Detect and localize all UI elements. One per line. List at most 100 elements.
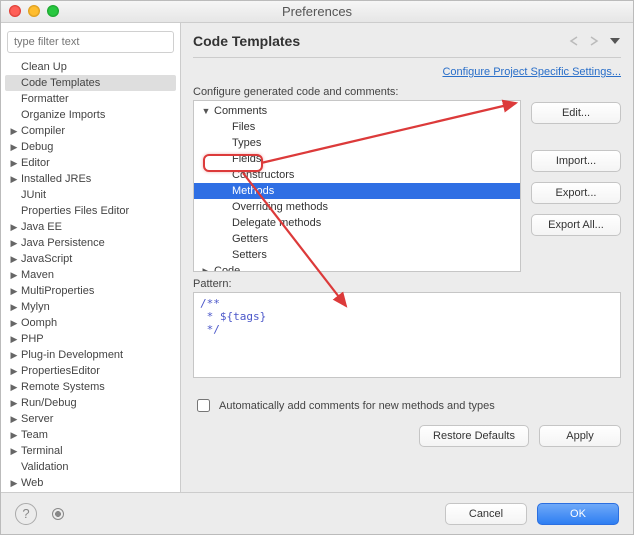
sidebar-item[interactable]: Formatter <box>5 91 176 107</box>
sidebar-item[interactable]: ▶Oomph <box>5 315 176 331</box>
export-button[interactable]: Export... <box>531 182 621 204</box>
sidebar-item-label: Java Persistence <box>19 237 105 249</box>
disclosure-icon: ▶ <box>9 126 19 137</box>
sidebar-item[interactable]: Organize Imports <box>5 107 176 123</box>
forward-icon[interactable] <box>589 36 605 46</box>
import-button[interactable]: Import... <box>531 150 621 172</box>
sidebar-item-label: Oomph <box>19 317 57 329</box>
disclosure-icon: ▶ <box>9 366 19 377</box>
sidebar-item[interactable]: ▶Web <box>5 475 176 491</box>
disclosure-icon: ▶ <box>9 318 19 329</box>
sidebar-item-label: Terminal <box>19 445 63 457</box>
template-tree-item[interactable]: Setters <box>194 247 520 263</box>
sidebar-item-label: Mylyn <box>19 301 50 313</box>
disclosure-icon: ▶ <box>200 266 212 273</box>
template-tree-item[interactable]: Getters <box>194 231 520 247</box>
restore-defaults-button[interactable]: Restore Defaults <box>419 425 529 447</box>
sidebar-item[interactable]: ▶Installed JREs <box>5 171 176 187</box>
template-tree-item[interactable]: ▶Code <box>194 263 520 272</box>
close-icon[interactable] <box>9 5 21 17</box>
page-title: Code Templates <box>193 33 300 49</box>
sidebar-item-label: JavaScript <box>19 253 72 265</box>
template-tree-label: Getters <box>230 233 268 245</box>
sidebar-item-label: MultiProperties <box>19 285 94 297</box>
pattern-label: Pattern: <box>193 278 621 290</box>
sidebar-item[interactable]: ▶JavaScript <box>5 251 176 267</box>
sidebar-item[interactable]: Code Templates <box>5 75 176 91</box>
configure-project-link[interactable]: Configure Project Specific Settings... <box>442 66 621 78</box>
sidebar-item[interactable]: ▶Debug <box>5 139 176 155</box>
disclosure-icon: ▶ <box>9 478 19 489</box>
sidebar-item[interactable]: Clean Up <box>5 59 176 75</box>
template-tree-item[interactable]: Constructors <box>194 167 520 183</box>
sidebar-item[interactable]: ▶Team <box>5 427 176 443</box>
template-tree-label: Overriding methods <box>230 201 328 213</box>
sidebar-item[interactable]: ▶PropertiesEditor <box>5 363 176 379</box>
preferences-tree[interactable]: Clean UpCode TemplatesFormatterOrganize … <box>5 59 176 492</box>
generated-label: Configure generated code and comments: <box>193 86 621 98</box>
disclosure-icon: ▶ <box>9 414 19 425</box>
sidebar-item-label: Installed JREs <box>19 173 91 185</box>
sidebar-item[interactable]: ▶Java EE <box>5 219 176 235</box>
zoom-icon[interactable] <box>47 5 59 17</box>
code-template-tree[interactable]: ▼CommentsFiles Types FieldsConstructors Met… <box>193 100 521 272</box>
menu-dropdown-icon[interactable] <box>609 36 621 46</box>
sidebar-item[interactable]: ▶Run/Debug <box>5 395 176 411</box>
sidebar-item[interactable]: ▶Terminal <box>5 443 176 459</box>
auto-comments-checkbox[interactable] <box>197 399 210 412</box>
template-tree-item[interactable]: ▼Comments <box>194 103 520 119</box>
template-tree-item[interactable]: Overriding methods <box>194 199 520 215</box>
disclosure-icon: ▶ <box>9 254 19 265</box>
disclosure-icon: ▶ <box>9 238 19 249</box>
template-tree-label: Types <box>230 137 261 149</box>
filter-input[interactable] <box>7 31 174 53</box>
back-icon[interactable] <box>569 36 585 46</box>
sidebar-item[interactable]: Validation <box>5 459 176 475</box>
sidebar-item[interactable]: ▶Java Persistence <box>5 235 176 251</box>
sidebar-item[interactable]: ▶Plug-in Development <box>5 347 176 363</box>
main-panel: Code Templates Configure Project Specifi… <box>181 23 633 492</box>
sidebar-item-label: Team <box>19 429 48 441</box>
template-tree-item[interactable]: Types <box>194 135 520 151</box>
ok-button[interactable]: OK <box>537 503 619 525</box>
sidebar-item[interactable]: ▶Mylyn <box>5 299 176 315</box>
template-tree-item[interactable]: Methods <box>194 183 520 199</box>
disclosure-icon: ▶ <box>9 286 19 297</box>
template-tree-label: Delegate methods <box>230 217 321 229</box>
export-all-button[interactable]: Export All... <box>531 214 621 236</box>
sidebar-item[interactable]: JUnit <box>5 187 176 203</box>
sidebar-item[interactable]: Properties Files Editor <box>5 203 176 219</box>
template-tree-label: Setters <box>230 249 267 261</box>
sidebar-item-label: Remote Systems <box>19 381 105 393</box>
annotation-arrows <box>181 23 621 523</box>
preferences-window: Preferences Clean UpCode TemplatesFormat… <box>0 0 634 535</box>
cancel-button[interactable]: Cancel <box>445 503 527 525</box>
template-tree-item[interactable]: Delegate methods <box>194 215 520 231</box>
titlebar: Preferences <box>1 1 633 23</box>
sidebar-item-label: Run/Debug <box>19 397 77 409</box>
apply-button[interactable]: Apply <box>539 425 621 447</box>
sidebar-item-label: Validation <box>19 461 69 473</box>
footer: ? Cancel OK <box>1 492 633 534</box>
template-tree-label: Methods <box>230 185 274 197</box>
sidebar-item[interactable]: ▶Server <box>5 411 176 427</box>
minimize-icon[interactable] <box>28 5 40 17</box>
help-icon[interactable]: ? <box>15 503 37 525</box>
sidebar-item-label: Maven <box>19 269 54 281</box>
sidebar-item[interactable]: ▶PHP <box>5 331 176 347</box>
disclosure-icon: ▶ <box>9 158 19 169</box>
sidebar: Clean UpCode TemplatesFormatterOrganize … <box>1 23 181 492</box>
sidebar-item[interactable]: ▶Editor <box>5 155 176 171</box>
sidebar-item-label: JUnit <box>19 189 46 201</box>
sidebar-item[interactable]: ▶Remote Systems <box>5 379 176 395</box>
disclosure-icon: ▶ <box>9 398 19 409</box>
template-tree-item[interactable]: Fields <box>194 151 520 167</box>
sidebar-item[interactable]: ▶Compiler <box>5 123 176 139</box>
sidebar-item-label: PHP <box>19 333 44 345</box>
record-icon[interactable] <box>47 503 69 525</box>
sidebar-item[interactable]: ▶Maven <box>5 267 176 283</box>
template-tree-item[interactable]: Files <box>194 119 520 135</box>
pattern-box[interactable]: /** * ${tags} */ <box>193 292 621 378</box>
sidebar-item[interactable]: ▶MultiProperties <box>5 283 176 299</box>
edit-button[interactable]: Edit... <box>531 102 621 124</box>
